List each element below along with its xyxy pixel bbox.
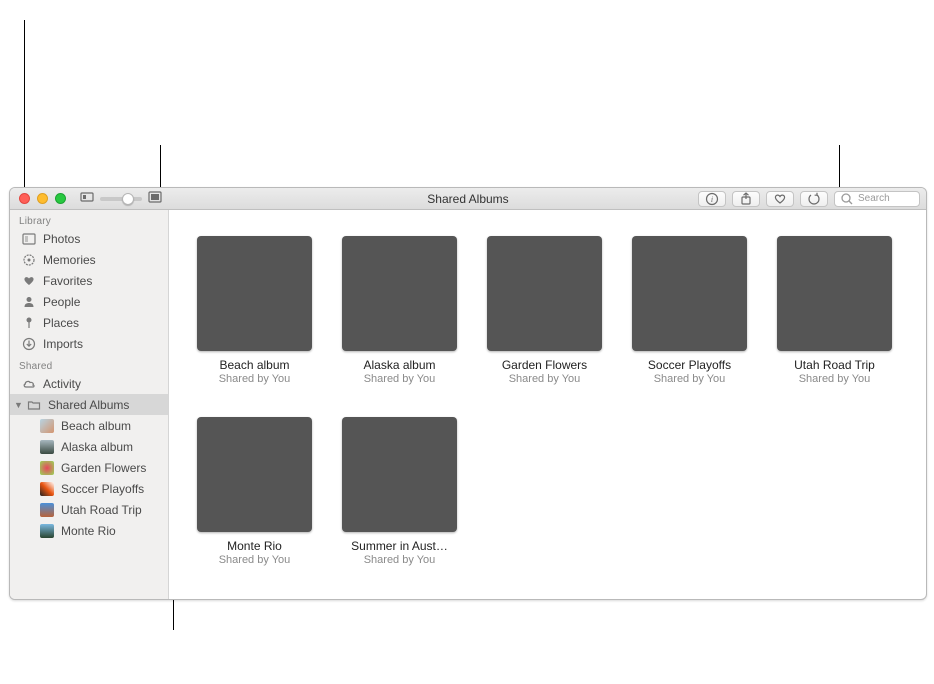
album-subtitle: Shared by You <box>364 554 436 566</box>
toolbar-right: i Search <box>698 191 920 207</box>
album-thumbnail-icon <box>40 524 54 538</box>
search-placeholder: Search <box>858 193 890 204</box>
sidebar-item-imports[interactable]: Imports <box>10 333 168 354</box>
sidebar-item-label: Garden Flowers <box>61 461 146 475</box>
album-title: Monte Rio <box>227 539 282 553</box>
album-title: Alaska album <box>363 358 435 372</box>
album-subtitle: Shared by You <box>509 373 581 385</box>
sidebar-item-people[interactable]: People <box>10 291 168 312</box>
sidebar: Library Photos Memories Favorites People… <box>10 210 169 599</box>
content-area: Beach album Shared by You Alaska album S… <box>169 210 926 599</box>
disclosure-triangle-icon[interactable]: ▼ <box>14 400 22 410</box>
info-button[interactable]: i <box>698 191 726 207</box>
album-cover <box>342 236 457 351</box>
zoom-controls <box>80 190 162 207</box>
cloud-icon <box>22 377 36 391</box>
download-icon <box>22 337 36 351</box>
person-icon <box>22 295 36 309</box>
sidebar-item-shared-albums[interactable]: ▼ Shared Albums <box>10 394 168 415</box>
sidebar-item-album[interactable]: Soccer Playoffs <box>10 478 168 499</box>
sidebar-item-label: Imports <box>43 337 83 351</box>
album-cover <box>342 417 457 532</box>
album-tile[interactable]: Utah Road Trip Shared by You <box>777 236 892 385</box>
album-title: Summer in Aust… <box>351 539 448 553</box>
album-subtitle: Shared by You <box>364 373 436 385</box>
album-subtitle: Shared by You <box>654 373 726 385</box>
album-cover <box>197 417 312 532</box>
album-cover <box>487 236 602 351</box>
minimize-window-button[interactable] <box>37 193 48 204</box>
album-cover <box>197 236 312 351</box>
sidebar-item-album[interactable]: Alaska album <box>10 436 168 457</box>
sidebar-item-label: Alaska album <box>61 440 133 454</box>
search-icon <box>840 192 854 206</box>
album-thumbnail-icon <box>40 440 54 454</box>
album-thumbnail-icon <box>40 461 54 475</box>
thumbnail-small-icon <box>80 190 94 207</box>
album-cover <box>777 236 892 351</box>
thumbnail-size-slider[interactable] <box>100 197 142 201</box>
sidebar-item-album[interactable]: Garden Flowers <box>10 457 168 478</box>
album-tile[interactable]: Garden Flowers Shared by You <box>487 236 602 385</box>
album-tile[interactable]: Monte Rio Shared by You <box>197 417 312 566</box>
album-cover <box>632 236 747 351</box>
sidebar-item-label: Photos <box>43 232 80 246</box>
sidebar-item-places[interactable]: Places <box>10 312 168 333</box>
album-subtitle: Shared by You <box>219 554 291 566</box>
search-field[interactable]: Search <box>834 191 920 207</box>
thumbnail-large-icon <box>148 190 162 207</box>
rotate-button[interactable] <box>800 191 828 207</box>
album-title: Soccer Playoffs <box>648 358 731 372</box>
photos-icon <box>22 232 36 246</box>
sidebar-item-label: Beach album <box>61 419 131 433</box>
album-tile[interactable]: Beach album Shared by You <box>197 236 312 385</box>
album-thumbnail-icon <box>40 482 54 496</box>
folder-icon <box>27 398 41 412</box>
album-tile[interactable]: Summer in Aust… Shared by You <box>342 417 457 566</box>
share-button[interactable] <box>732 191 760 207</box>
zoom-window-button[interactable] <box>55 193 66 204</box>
sidebar-item-label: Shared Albums <box>48 398 129 412</box>
sidebar-section-library: Library <box>10 213 168 228</box>
svg-text:i: i <box>711 195 713 204</box>
sidebar-item-label: People <box>43 295 80 309</box>
window-controls <box>10 193 66 204</box>
app-window: Shared Albums i Search Library <box>9 187 927 600</box>
sidebar-item-photos[interactable]: Photos <box>10 228 168 249</box>
sidebar-item-label: Utah Road Trip <box>61 503 142 517</box>
sidebar-item-label: Monte Rio <box>61 524 116 538</box>
sidebar-item-album[interactable]: Beach album <box>10 415 168 436</box>
favorite-button[interactable] <box>766 191 794 207</box>
sidebar-item-label: Memories <box>43 253 96 267</box>
album-tile[interactable]: Soccer Playoffs Shared by You <box>632 236 747 385</box>
album-thumbnail-icon <box>40 419 54 433</box>
sidebar-item-activity[interactable]: Activity <box>10 373 168 394</box>
sidebar-item-memories[interactable]: Memories <box>10 249 168 270</box>
albums-grid: Beach album Shared by You Alaska album S… <box>197 236 910 566</box>
album-title: Beach album <box>219 358 289 372</box>
sidebar-item-album[interactable]: Monte Rio <box>10 520 168 541</box>
titlebar: Shared Albums i Search <box>10 188 926 210</box>
album-title: Utah Road Trip <box>794 358 875 372</box>
sidebar-section-shared: Shared <box>10 358 168 373</box>
sidebar-item-label: Soccer Playoffs <box>61 482 144 496</box>
album-title: Garden Flowers <box>502 358 587 372</box>
album-tile[interactable]: Alaska album Shared by You <box>342 236 457 385</box>
sidebar-item-favorites[interactable]: Favorites <box>10 270 168 291</box>
album-subtitle: Shared by You <box>799 373 871 385</box>
sidebar-item-label: Places <box>43 316 79 330</box>
memories-icon <box>22 253 36 267</box>
close-window-button[interactable] <box>19 193 30 204</box>
sidebar-item-album[interactable]: Utah Road Trip <box>10 499 168 520</box>
sidebar-item-label: Activity <box>43 377 81 391</box>
callout-line <box>24 20 25 190</box>
album-subtitle: Shared by You <box>219 373 291 385</box>
pin-icon <box>22 316 36 330</box>
album-thumbnail-icon <box>40 503 54 517</box>
heart-icon <box>22 274 36 288</box>
sidebar-item-label: Favorites <box>43 274 92 288</box>
